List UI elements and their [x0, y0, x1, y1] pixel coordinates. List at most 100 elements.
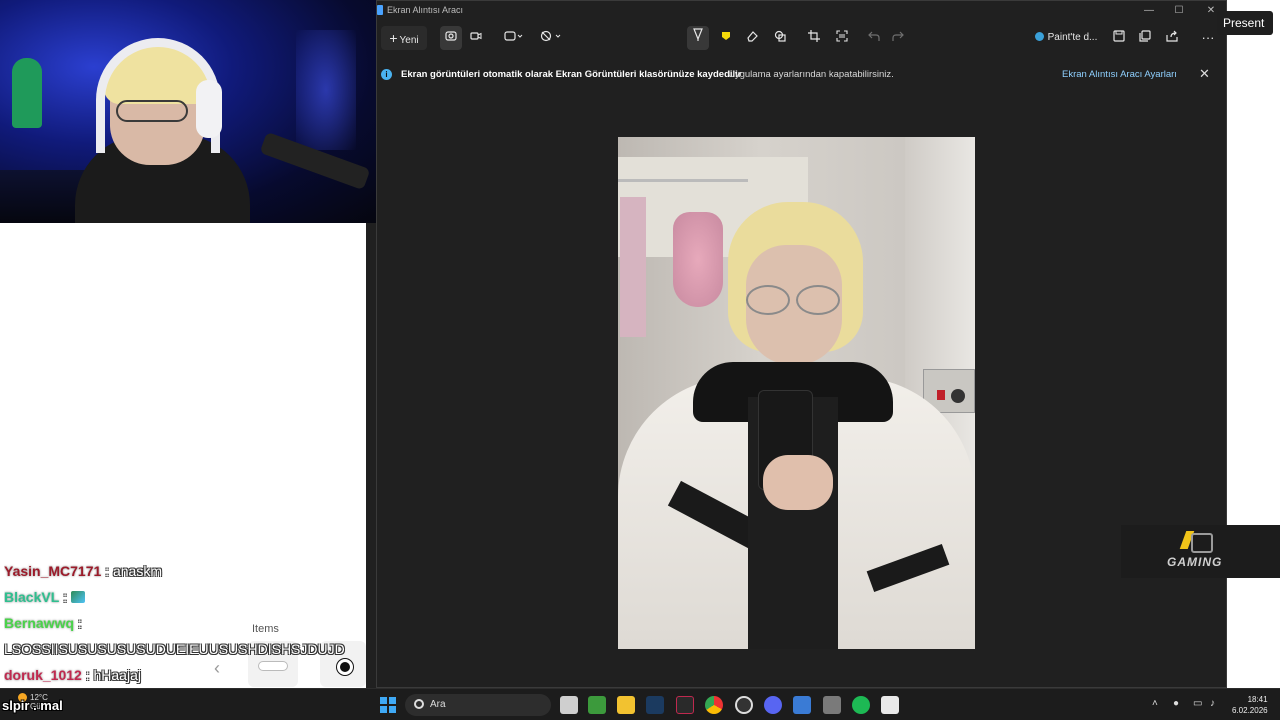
new-snip-button[interactable]: + Yeni [381, 26, 427, 50]
photo-dress [673, 212, 723, 307]
photo-glasses [742, 285, 842, 315]
photo-glasses-lens [746, 285, 790, 315]
open-in-paint-label: Paint'te d... [1047, 32, 1098, 43]
redo-icon [892, 31, 904, 41]
settings-link[interactable]: Ekran Alıntısı Aracı Ayarları [1062, 69, 1177, 80]
discord-icon[interactable] [764, 696, 782, 714]
notepad-icon[interactable] [793, 696, 811, 714]
video-icon [470, 32, 482, 40]
chat-text: hHaajaj [93, 667, 141, 683]
divider [366, 223, 376, 688]
chat-username: Yasin_MC7171 [4, 563, 102, 579]
webcam-light [296, 30, 356, 150]
search-icon [414, 699, 424, 709]
crop-button[interactable] [803, 26, 825, 50]
taskbar-search[interactable]: Ara [405, 694, 551, 716]
chat-text: anaskm [112, 563, 162, 579]
save-button[interactable] [1108, 26, 1130, 50]
webcam-feed [0, 0, 376, 223]
share-button[interactable] [1161, 26, 1183, 50]
logo-mark-icon [1191, 533, 1213, 553]
captured-photo[interactable] [618, 137, 975, 649]
open-in-paint-button[interactable]: Paint'te d... [1031, 26, 1101, 50]
camera-icon [445, 31, 457, 41]
dismiss-banner-button[interactable]: ✕ [1199, 66, 1210, 82]
ballpoint-pen-button[interactable] [687, 26, 709, 50]
chat-separator: : [74, 615, 82, 631]
plus-icon: + [389, 30, 398, 46]
chevron-up-icon[interactable]: ˄ [1152, 698, 1158, 709]
save-icon [1113, 30, 1125, 42]
chat-separator: : [59, 589, 71, 605]
task-view-icon[interactable] [560, 696, 578, 714]
delay-dropdown[interactable] [537, 26, 565, 50]
text-actions-button[interactable] [831, 26, 853, 50]
minimize-button[interactable]: — [1137, 3, 1161, 19]
volume-icon[interactable]: ♪ [1210, 698, 1215, 709]
gaming-logo-text: GAMING [1167, 555, 1223, 569]
share-icon [1166, 30, 1178, 42]
search-placeholder: Ara [430, 699, 446, 710]
chat-message-list: Yasin_MC7171 : anaskm BlackVL : Bernawwq… [4, 558, 364, 688]
photo-hand [763, 455, 833, 510]
photo-rail [618, 179, 748, 182]
snip-shape-dropdown[interactable] [501, 26, 527, 50]
chat-separator: : [81, 667, 94, 683]
background-window [1227, 0, 1280, 688]
windows-start-icon[interactable] [380, 697, 396, 713]
chat-username: doruk_1012 [4, 667, 82, 683]
snipping-tool-window: Ekran Alıntısı Aracı — ☐ ✕ + Yeni Paint'… [376, 0, 1227, 688]
undo-button[interactable] [863, 26, 885, 50]
present-button[interactable]: Present [1217, 11, 1273, 35]
shapes-button[interactable] [769, 26, 791, 50]
webcam-headset-ear [196, 80, 222, 138]
chat-username: Bernawwq [4, 615, 75, 631]
info-message: Uygulama ayarlarından kapatabilirsiniz. [728, 69, 894, 80]
pen-icon [693, 28, 703, 41]
network-icon[interactable]: ▭ [1193, 698, 1202, 709]
microphone-icon[interactable]: ● [1173, 698, 1179, 709]
copy-icon [1139, 30, 1151, 42]
chrome-icon[interactable] [705, 696, 723, 714]
steam-icon[interactable] [646, 696, 664, 714]
chat-panel: Items ‹ Yasin_MC7171 : anaskm BlackVL : … [0, 223, 366, 688]
info-message-title: Ekran görüntüleri otomatik olarak Ekran … [401, 69, 742, 80]
info-icon: i [381, 69, 392, 80]
video-mode-button[interactable] [465, 26, 487, 50]
redo-button[interactable] [887, 26, 909, 50]
clock-date: 6.02.2026 [1232, 706, 1268, 715]
toolbar: + Yeni Paint'te d... ··· [377, 23, 1226, 53]
info-banner: i Ekran görüntüleri otomatik olarak Ekra… [377, 61, 1226, 87]
clock[interactable]: 18:41 6.02.2026 [1232, 694, 1268, 716]
snipping-tool-icon[interactable] [881, 696, 899, 714]
capture-canvas [377, 89, 1226, 687]
eraser-button[interactable] [741, 26, 763, 50]
timer-off-icon [540, 30, 561, 42]
more-icon: ··· [1201, 30, 1215, 45]
photo-thermostat-light [937, 390, 945, 400]
valorant-icon[interactable] [676, 696, 694, 714]
maximize-button[interactable]: ☐ [1167, 3, 1191, 19]
highlighter-button[interactable] [715, 26, 737, 50]
screenshot-mode-button[interactable] [440, 26, 462, 50]
spotify-icon[interactable] [852, 696, 870, 714]
gaming-logo: GAMING [1121, 525, 1280, 578]
highlighter-icon [722, 32, 730, 40]
minecraft-icon[interactable] [588, 696, 606, 714]
copy-button[interactable] [1134, 26, 1156, 50]
webcam-figurine [12, 58, 42, 128]
obs-icon[interactable] [735, 696, 753, 714]
chat-username: BlackVL [4, 589, 60, 605]
chat-text: LSOSSIISUSUSUSUSUDUEIEUUSUSHDISHSJDUJD [4, 641, 345, 657]
more-options-button[interactable]: ··· [1197, 26, 1219, 50]
chat-message: LSOSSIISUSUSUSUSUDUEIEUUSUSHDISHSJDUJD [4, 636, 364, 662]
clock-time: 18:41 [1247, 695, 1268, 704]
title-bar[interactable]: Ekran Alıntısı Aracı — ☐ ✕ [377, 1, 1226, 21]
paint-icon [1034, 32, 1044, 41]
chat-separator: : [101, 563, 113, 579]
settings-icon[interactable] [823, 696, 841, 714]
file-explorer-icon[interactable] [617, 696, 635, 714]
chat-message: doruk_1012 : hHaajaj [4, 662, 364, 688]
desktop: Items ‹ Yasin_MC7171 : anaskm BlackVL : … [0, 0, 1280, 720]
photo-glasses-lens [796, 285, 840, 315]
